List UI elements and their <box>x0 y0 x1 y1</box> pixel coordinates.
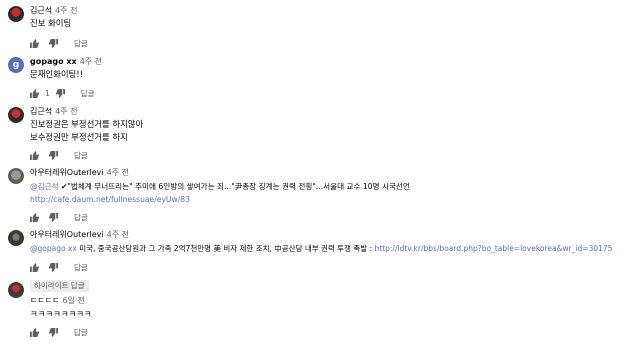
avatar[interactable] <box>8 6 24 22</box>
thumb-up-icon[interactable] <box>30 262 39 272</box>
thumb-up-icon[interactable] <box>30 327 39 337</box>
comment-author[interactable]: 아우터레위Outerlevi <box>30 230 104 239</box>
reply-button[interactable]: 답글 <box>81 88 95 99</box>
thumb-up-icon[interactable] <box>30 150 39 160</box>
avatar[interactable] <box>8 107 24 123</box>
avatar[interactable] <box>8 282 24 298</box>
external-link[interactable]: http://ldtv.kr/bbs/board.php?bo_table=lo… <box>375 244 613 253</box>
external-link[interactable]: http://cafe.daum.net/fullnessuae/eyUw/83 <box>30 193 410 206</box>
thumb-down-icon[interactable] <box>49 262 58 272</box>
comment-actions: 1 답글 <box>30 87 95 99</box>
highlight-reply-badge: 하이라이트 답글 <box>30 280 89 292</box>
comment-line-text: 미국, 중국공산당원과 그 가족 2억7천만명 美 비자 제한 조치, 中공산당… <box>76 244 375 253</box>
comment-text: ㅋㅋㅋㅋㅋㅋㅋㅋ <box>30 308 92 321</box>
comment-actions: 답글 <box>30 261 88 273</box>
comment-text: 진보 화이팅 <box>30 17 71 30</box>
comment-author[interactable]: ㄷㄷㄷㄷ <box>30 296 59 305</box>
comment-time[interactable]: 4주 전 <box>55 6 77 15</box>
comment-text: 문재인화이팅!! <box>30 68 83 81</box>
comment-text: 진보정권은 부정선거를 하지않아 보수정권만 부정선거를 하지 <box>30 118 143 144</box>
comment-line: 보수정권만 부정선거를 하지 <box>30 132 128 142</box>
comment-text: @gopago xx 미국, 중국공산당원과 그 가족 2억7천만명 美 비자 … <box>30 242 612 255</box>
comment-line: ㅋㅋㅋㅋㅋㅋㅋㅋ <box>30 309 92 319</box>
comment-time[interactable]: 4주 전 <box>55 107 77 116</box>
comment-header: gopago xx 4주 전 <box>30 57 102 67</box>
thumb-up-icon[interactable] <box>30 212 39 222</box>
comment-line: 진보 화이팅 <box>30 18 72 28</box>
reply-button[interactable]: 답글 <box>74 38 88 49</box>
comment-header: 아우터레위Outerlevi 4주 전 <box>30 230 129 240</box>
comment-line: 진보정권은 부정선거를 하지않아 <box>30 119 144 129</box>
comment-line-text: ✔"법체계 무너뜨리는" 추미애 6인방의 쌓여가는 죄..."尹총장 징계는 … <box>58 182 410 191</box>
thumb-down-icon[interactable] <box>49 212 58 222</box>
comment-text: @김근석 ✔"법체계 무너뜨리는" 추미애 6인방의 쌓여가는 죄..."尹총장… <box>30 180 410 206</box>
comment-header: 아우터레위Outerlevi 4주 전 <box>30 168 129 178</box>
thumb-down-icon[interactable] <box>55 88 65 98</box>
comment-line: @gopago xx 미국, 중국공산당원과 그 가족 2억7천만명 美 비자 … <box>30 242 612 255</box>
like-count: 1 <box>45 88 50 98</box>
thumb-down-icon[interactable] <box>49 38 58 48</box>
avatar[interactable] <box>8 168 24 184</box>
reply-button[interactable]: 답글 <box>74 150 88 161</box>
comment-author[interactable]: 김근석 <box>30 107 52 116</box>
mention-link[interactable]: @gopago xx <box>30 244 77 253</box>
avatar[interactable] <box>8 230 24 246</box>
comment-line: 문재인화이팅!! <box>30 69 83 79</box>
comment-actions: 답글 <box>30 211 88 223</box>
comment-header: ㄷㄷㄷㄷ 6일 전 <box>30 296 85 306</box>
thumb-down-icon[interactable] <box>49 327 58 337</box>
thumb-up-icon[interactable] <box>30 88 39 98</box>
comment-time[interactable]: 4주 전 <box>107 168 129 177</box>
reply-button[interactable]: 답글 <box>74 262 88 273</box>
comment-time[interactable]: 4주 전 <box>80 57 102 66</box>
comment-line: @김근석 ✔"법체계 무너뜨리는" 추미애 6인방의 쌓여가는 죄..."尹총장… <box>30 180 410 193</box>
comment-time[interactable]: 4주 전 <box>107 230 129 239</box>
reply-button[interactable]: 답글 <box>74 327 88 338</box>
reply-button[interactable]: 답글 <box>74 212 88 223</box>
mention-link[interactable]: @김근석 <box>30 182 59 191</box>
thumb-down-icon[interactable] <box>49 150 58 160</box>
thumb-up-icon[interactable] <box>30 38 39 48</box>
avatar[interactable]: g <box>8 57 24 73</box>
comment-header: 김근석 4주 전 <box>30 107 77 117</box>
comment-actions: 답글 <box>30 326 88 338</box>
comment-author[interactable]: 아우터레위Outerlevi <box>30 168 104 177</box>
comment-author[interactable]: 김근석 <box>30 6 52 15</box>
comment-author[interactable]: gopago xx <box>30 57 77 66</box>
comment-actions: 답글 <box>30 37 88 49</box>
comment-actions: 답글 <box>30 149 88 161</box>
avatar-letter: g <box>12 60 20 70</box>
comment-time[interactable]: 6일 전 <box>62 296 84 305</box>
comment-header: 김근석 4주 전 <box>30 6 77 16</box>
